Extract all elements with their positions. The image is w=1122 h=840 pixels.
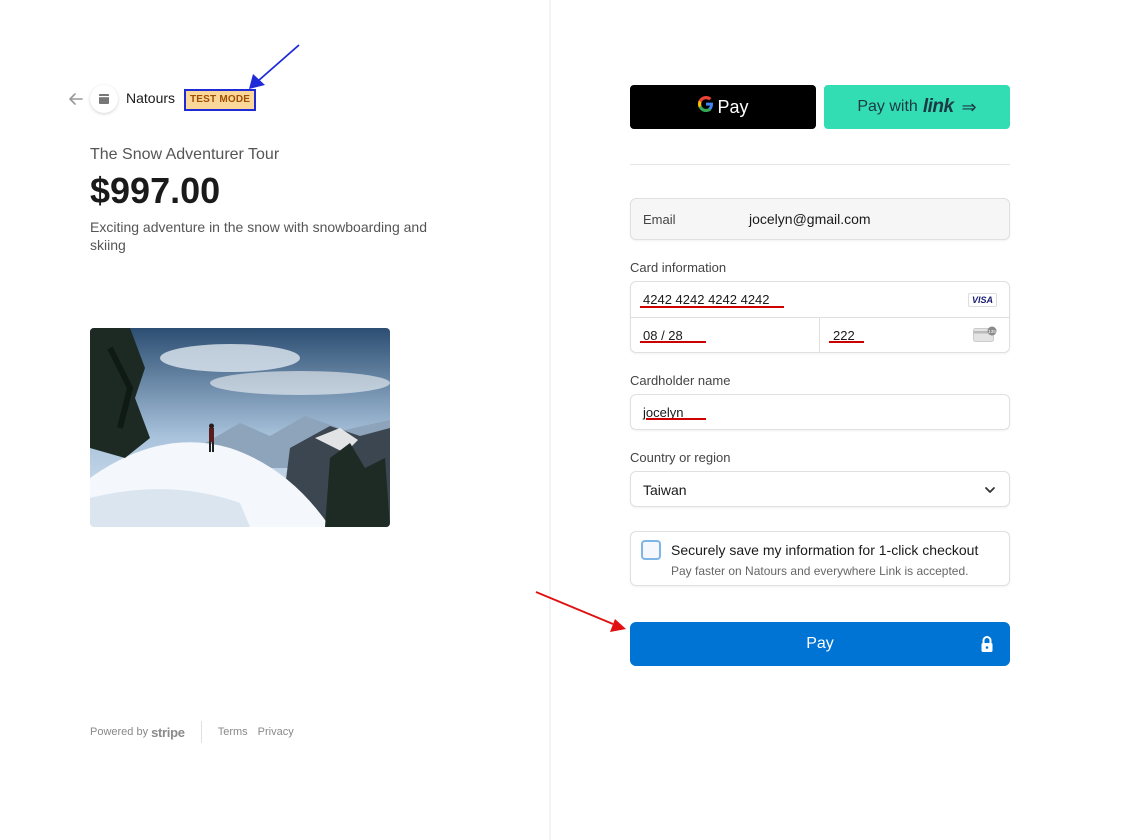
double-arrow-icon: ⇒ xyxy=(961,96,977,117)
powered-by-text: Powered by xyxy=(90,726,149,738)
stripe-logo[interactable]: stripe xyxy=(151,725,185,740)
lock-icon xyxy=(980,635,994,658)
country-value: Taiwan xyxy=(643,482,687,498)
save-info-subtitle: Pay faster on Natours and everywhere Lin… xyxy=(671,564,969,578)
save-info-box: Securely save my information for 1-click… xyxy=(630,531,1010,586)
pay-button[interactable]: Pay xyxy=(630,622,1010,666)
test-mode-badge: TEST MODE xyxy=(184,89,257,111)
terms-link[interactable]: Terms xyxy=(218,726,248,738)
privacy-link[interactable]: Privacy xyxy=(258,726,294,738)
save-info-checkbox[interactable] xyxy=(641,540,661,560)
expiry-underline-annotation xyxy=(640,341,706,343)
svg-text:135: 135 xyxy=(988,329,996,334)
product-description: Exciting adventure in the snow with snow… xyxy=(90,219,427,253)
email-label: Email xyxy=(643,212,676,227)
chevron-down-icon xyxy=(983,483,997,502)
back-arrow-icon[interactable] xyxy=(66,89,86,109)
google-g-icon xyxy=(697,95,715,119)
card-number-input[interactable]: 4242 4242 4242 4242 VISA xyxy=(631,282,1009,318)
merchant-name: Natours xyxy=(126,90,176,106)
save-info-title: Securely save my information for 1-click… xyxy=(671,542,979,558)
cardholder-underline-annotation xyxy=(646,418,706,420)
link-brand-label: link xyxy=(922,96,954,117)
card-cvc-input[interactable]: 222 135 xyxy=(821,318,1009,353)
link-prefix-label: Pay with xyxy=(857,98,918,115)
wallet-divider xyxy=(630,164,1010,165)
cardholder-name-label: Cardholder name xyxy=(630,373,731,388)
card-number-value: 4242 4242 4242 4242 xyxy=(643,292,770,307)
footer: Powered by stripe Terms Privacy xyxy=(90,721,304,743)
product-image xyxy=(90,328,390,527)
visa-icon: VISA xyxy=(967,293,997,307)
country-label: Country or region xyxy=(630,450,731,465)
cardholder-name-input[interactable]: jocelyn xyxy=(630,394,1010,430)
footer-separator xyxy=(200,721,202,743)
card-expiry-input[interactable]: 08 / 28 xyxy=(631,318,820,353)
google-pay-label: Pay xyxy=(717,96,749,117)
cvc-card-icon: 135 xyxy=(973,326,997,348)
email-field[interactable]: Email jocelyn@gmail.com xyxy=(630,198,1010,240)
product-name: The Snow Adventurer Tour xyxy=(90,146,280,163)
card-info-label: Card information xyxy=(630,260,727,275)
google-pay-button[interactable]: Pay xyxy=(630,85,816,129)
email-value: jocelyn@gmail.com xyxy=(749,211,871,227)
card-number-underline-annotation xyxy=(640,306,784,308)
pay-with-link-button[interactable]: Pay with link ⇒ xyxy=(824,85,1010,129)
product-price: $997.00 xyxy=(90,170,221,211)
merchant-logo-icon xyxy=(90,85,118,113)
country-select[interactable]: Taiwan xyxy=(630,471,1010,507)
cvc-underline-annotation xyxy=(829,341,864,343)
pay-button-label: Pay xyxy=(806,635,834,652)
